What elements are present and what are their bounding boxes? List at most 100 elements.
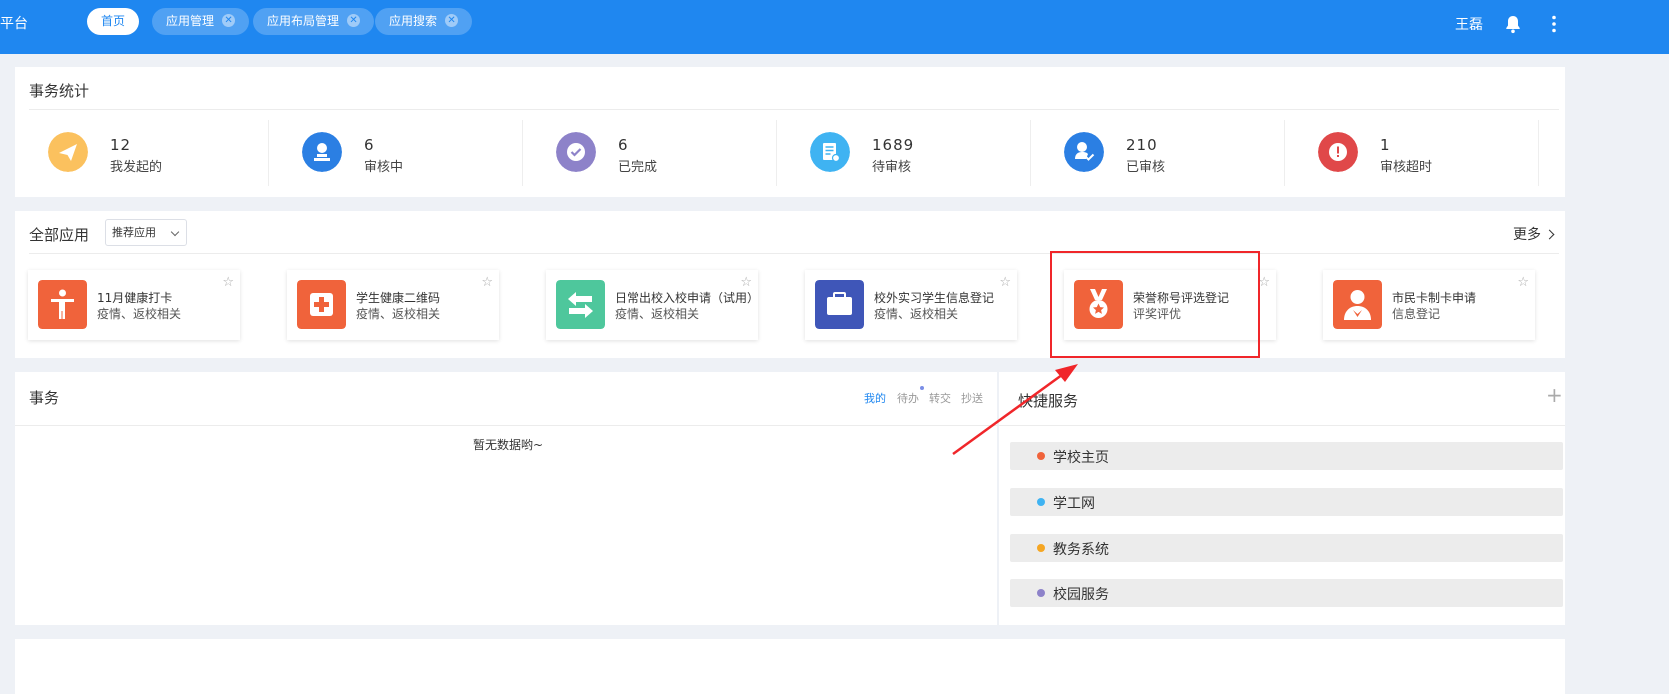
stat-value: 6 bbox=[618, 136, 629, 154]
user-name[interactable]: 王磊 bbox=[1455, 14, 1483, 34]
bullet-icon bbox=[1037, 452, 1045, 460]
app-desc: 疫情、返校相关 bbox=[874, 307, 959, 321]
app-name: 日常出校入校申请（试用） bbox=[615, 291, 751, 305]
highlight-box bbox=[1050, 251, 1260, 358]
tab-label: 应用搜索 bbox=[389, 14, 438, 28]
affairs-panel bbox=[15, 372, 997, 625]
divider bbox=[15, 425, 997, 426]
app-desc: 疫情、返校相关 bbox=[97, 307, 182, 321]
tab-app-search[interactable]: 应用搜索 ✕ bbox=[375, 8, 473, 35]
bell-icon[interactable] bbox=[1503, 14, 1523, 34]
person-icon bbox=[38, 280, 87, 329]
quick-services-title: 快捷服务 bbox=[1018, 392, 1079, 410]
more-vertical-icon[interactable] bbox=[1550, 14, 1558, 34]
star-icon[interactable]: ☆ bbox=[481, 275, 493, 290]
app-desc: 信息登记 bbox=[1392, 307, 1441, 321]
star-icon[interactable]: ☆ bbox=[740, 275, 752, 290]
quick-link-academic-system[interactable]: 教务系统 bbox=[1010, 534, 1563, 562]
empty-state: 暂无数据哟~ bbox=[473, 438, 544, 452]
alert-icon bbox=[1318, 132, 1358, 172]
stat-label: 已完成 bbox=[618, 160, 658, 175]
tab-transfer[interactable]: 转交 bbox=[929, 390, 951, 406]
divider bbox=[1538, 120, 1539, 186]
stat-reviewing[interactable]: 6 审核中 bbox=[269, 120, 523, 186]
star-icon[interactable]: ☆ bbox=[222, 275, 234, 290]
app-card-citizen-card[interactable]: 市民卡制卡申请 信息登记 ☆ bbox=[1323, 270, 1535, 340]
bottom-panel bbox=[15, 639, 1565, 694]
more-label: 更多 bbox=[1513, 227, 1541, 243]
quick-link-label: 校园服务 bbox=[1053, 587, 1109, 603]
stat-completed[interactable]: 6 已完成 bbox=[523, 120, 777, 186]
quick-link-label: 学校主页 bbox=[1053, 450, 1109, 466]
close-icon[interactable]: ✕ bbox=[222, 14, 236, 27]
stat-initiated[interactable]: 12 我发起的 bbox=[15, 120, 269, 186]
apps-title: 全部应用 bbox=[29, 226, 90, 244]
app-card-campus-entry[interactable]: 日常出校入校申请（试用） 疫情、返校相关 ☆ bbox=[546, 270, 758, 340]
affairs-title: 事务 bbox=[29, 389, 60, 407]
star-icon[interactable]: ☆ bbox=[1517, 275, 1529, 290]
stat-value: 1689 bbox=[872, 136, 915, 154]
user-check-icon bbox=[1064, 132, 1104, 172]
app-name: 校外实习学生信息登记 bbox=[874, 291, 995, 305]
stat-reviewed[interactable]: 210 已审核 bbox=[1031, 120, 1285, 186]
citizen-card-icon bbox=[1333, 280, 1382, 329]
quick-link-student-affairs[interactable]: 学工网 bbox=[1010, 488, 1563, 516]
medical-cross-icon bbox=[297, 280, 346, 329]
close-icon[interactable]: ✕ bbox=[445, 14, 459, 27]
divider bbox=[29, 109, 1559, 110]
app-card-internship-registration[interactable]: 校外实习学生信息登记 疫情、返校相关 ☆ bbox=[805, 270, 1017, 340]
tab-todo[interactable]: 待办 bbox=[897, 390, 919, 406]
app-desc: 疫情、返校相关 bbox=[615, 307, 700, 321]
divider bbox=[999, 425, 1565, 426]
app-name: 市民卡制卡申请 bbox=[1392, 291, 1477, 305]
app-filter-select[interactable]: 推荐应用 bbox=[105, 219, 187, 246]
tab-home[interactable]: 首页 bbox=[87, 8, 140, 35]
stat-value: 210 bbox=[1126, 136, 1158, 154]
star-icon[interactable]: ☆ bbox=[999, 275, 1011, 290]
tab-app-management[interactable]: 应用管理 ✕ bbox=[152, 8, 250, 35]
check-circle-icon bbox=[556, 132, 596, 172]
app-card-health-qrcode[interactable]: 学生健康二维码 疫情、返校相关 ☆ bbox=[287, 270, 499, 340]
app-desc: 疫情、返校相关 bbox=[356, 307, 441, 321]
stats-title: 事务统计 bbox=[29, 82, 90, 100]
user-stamp-icon bbox=[302, 132, 342, 172]
add-icon[interactable]: + bbox=[1546, 383, 1563, 407]
stat-label: 已审核 bbox=[1126, 160, 1166, 175]
tab-cc[interactable]: 抄送 bbox=[961, 390, 983, 406]
document-icon bbox=[810, 132, 850, 172]
divider bbox=[29, 253, 1559, 254]
briefcase-icon bbox=[815, 280, 864, 329]
chevron-down-icon bbox=[170, 227, 180, 237]
tab-mine[interactable]: 我的 bbox=[864, 390, 886, 406]
quick-link-label: 学工网 bbox=[1053, 496, 1095, 512]
app-card-health-checkin[interactable]: 11月健康打卡 疫情、返校相关 ☆ bbox=[28, 270, 240, 340]
tab-label: 应用管理 bbox=[166, 14, 215, 28]
bullet-icon bbox=[1037, 498, 1045, 506]
stat-pending[interactable]: 1689 待审核 bbox=[777, 120, 1031, 186]
tab-app-layout-management[interactable]: 应用布局管理 ✕ bbox=[253, 8, 375, 35]
tab-label: 应用布局管理 bbox=[267, 14, 340, 28]
paper-plane-icon bbox=[48, 132, 88, 172]
stat-timeout[interactable]: 1 审核超时 bbox=[1285, 120, 1539, 186]
bullet-icon bbox=[1037, 589, 1045, 597]
bullet-icon bbox=[1037, 544, 1045, 552]
stat-label: 待审核 bbox=[872, 160, 912, 175]
stat-value: 6 bbox=[364, 136, 375, 154]
quick-link-campus-service[interactable]: 校园服务 bbox=[1010, 579, 1563, 607]
app-name: 学生健康二维码 bbox=[356, 291, 441, 305]
stat-value: 1 bbox=[1380, 136, 1391, 154]
app-name: 11月健康打卡 bbox=[97, 291, 173, 305]
notification-dot bbox=[920, 386, 924, 390]
stat-label: 审核超时 bbox=[1380, 160, 1433, 175]
chevron-right-icon bbox=[1544, 229, 1555, 240]
star-icon[interactable]: ☆ bbox=[1258, 275, 1270, 290]
close-icon[interactable]: ✕ bbox=[347, 14, 361, 27]
stat-label: 审核中 bbox=[364, 160, 404, 175]
app-filter-value: 推荐应用 bbox=[112, 226, 156, 239]
swap-arrows-icon bbox=[556, 280, 605, 329]
quick-link-school-home[interactable]: 学校主页 bbox=[1010, 442, 1563, 470]
quick-link-label: 教务系统 bbox=[1053, 542, 1109, 558]
tab-label: 首页 bbox=[101, 14, 126, 28]
stat-label: 我发起的 bbox=[110, 160, 163, 175]
more-link[interactable]: 更多 bbox=[1513, 224, 1555, 244]
